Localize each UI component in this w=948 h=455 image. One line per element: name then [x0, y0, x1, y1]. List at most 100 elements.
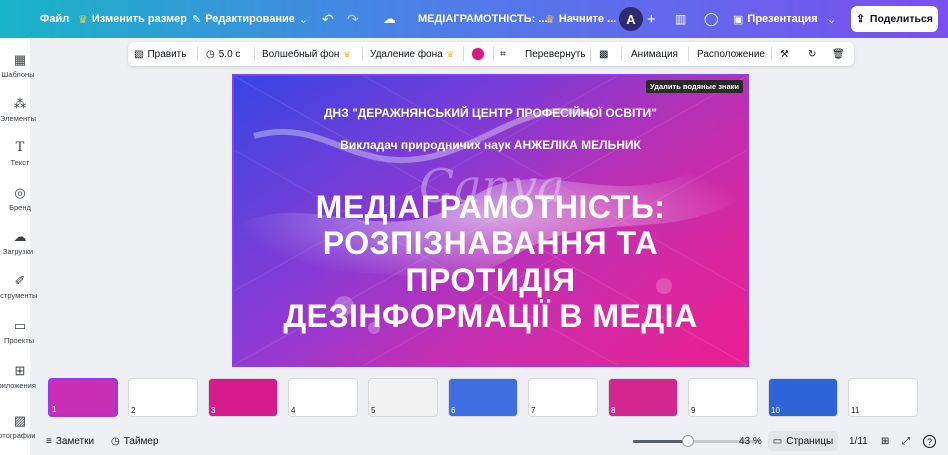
add-collaborator-button[interactable]: + [647, 0, 656, 38]
remove-background-button[interactable]: Удаление фона ♛ [370, 42, 454, 66]
divider [254, 47, 255, 61]
page-number: 10 [771, 406, 780, 415]
redo-button[interactable]: ↷ [347, 0, 359, 38]
cloud-icon: ☁ [383, 11, 396, 26]
cloud-save-button[interactable]: ☁ [383, 0, 396, 38]
fullscreen-button[interactable]: ⤢ [902, 428, 910, 455]
share-label: Поделиться [869, 13, 933, 25]
grid-icon: ⊞ [881, 436, 890, 447]
timer-button[interactable]: ◷ Таймер [111, 428, 159, 455]
document-title[interactable]: МЕДІАГРАМОТНІСТЬ: ... [418, 0, 548, 38]
sidebar-item-tools[interactable]: ✐ Инструменты [0, 273, 40, 300]
page-thumbnail[interactable]: 2 [128, 378, 198, 417]
flip-label: Перевернуть [525, 48, 586, 60]
page-thumbnail[interactable]: 3 [208, 378, 278, 417]
divider [590, 47, 591, 61]
context-toolbar: ▧ Править ◷ 5.0 с Волшебный фон ♛ Удален… [128, 42, 854, 66]
zoom-level[interactable]: 43 % [739, 428, 762, 455]
slide-title-line: ДЕЗІНФОРМАЦІЇ В МЕДІА [283, 298, 698, 335]
page-number: 11 [851, 406, 860, 415]
duration-button[interactable]: ◷ 5.0 с [206, 42, 240, 66]
pages-button[interactable]: ▭ Страницы [768, 431, 838, 451]
present-label: Презентация [747, 13, 818, 25]
crown-icon: ♛ [343, 49, 351, 59]
page-thumbnail[interactable]: 9 [688, 378, 758, 417]
insights-button[interactable]: ▥ [675, 0, 686, 38]
sidebar-item-text[interactable]: T Текст [0, 140, 40, 167]
avatar[interactable]: A [619, 7, 643, 31]
page-thumbnail[interactable]: 5 [368, 378, 438, 417]
page-thumbnail[interactable]: 1 [48, 378, 118, 417]
remove-watermark-button[interactable]: Удалить водяные знаки [646, 80, 743, 93]
regenerate-button[interactable]: ↻ [808, 42, 816, 66]
sidebar-item-label: Текст [10, 158, 30, 167]
present-button[interactable]: ▣ Презентация [733, 0, 818, 38]
crown-icon: ♛ [545, 13, 555, 26]
crown-icon: ♛ [78, 13, 88, 26]
page-thumbnail[interactable]: 10 [768, 378, 838, 417]
notes-button[interactable]: ≡ Заметки [46, 428, 94, 455]
refresh-icon: ↻ [808, 48, 817, 60]
institution-text[interactable]: ДНЗ "ДЕРАЖНЯНСЬКИЙ ЦЕНТР ПРОФЕСІЙНОЇ ОСВ… [234, 106, 747, 120]
sidebar-item-label: Шаблоны [1, 70, 35, 79]
present-options-button[interactable]: ⌄ [827, 0, 836, 38]
position-button[interactable]: Расположение [697, 42, 765, 66]
share-button[interactable]: ⇪ Поделиться [851, 6, 938, 32]
notes-icon: ≡ [46, 436, 52, 447]
present-icon: ▣ [733, 13, 744, 26]
magic-background-button[interactable]: Волшебный фон ♛ [262, 42, 351, 66]
slide-title-line: МЕДІАГРАМОТНІСТЬ: [315, 189, 666, 225]
sidebar-item-label: Инструменты [0, 291, 38, 300]
edit-image-button[interactable]: ▧ Править [134, 42, 186, 66]
file-menu[interactable]: Файл [40, 0, 69, 38]
sidebar-item-elements[interactable]: ⁂ Элементы [0, 96, 40, 123]
teacher-text[interactable]: Викладач природничих наук АНЖЕЛІКА МЕЛЬН… [234, 138, 747, 152]
undo-button[interactable]: ↶ [322, 0, 334, 38]
resize-button[interactable]: ♛ Изменить размер [78, 0, 187, 38]
help-icon: ? [923, 435, 936, 448]
chevron-down-icon: ⌄ [827, 13, 837, 26]
paint-roller-icon: ⚒ [780, 48, 789, 60]
page-counter[interactable]: 1/11 [849, 428, 868, 455]
animation-button[interactable]: Анимация [631, 42, 678, 66]
comments-button[interactable]: ◯ [704, 0, 719, 38]
animation-label: Анимация [631, 48, 678, 60]
transparency-button[interactable]: ▩ [599, 42, 608, 66]
divider [493, 47, 494, 61]
slide-canvas[interactable]: Canva Удалить водяные знаки ДНЗ "ДЕРАЖНЯ… [232, 74, 749, 367]
crop-button[interactable]: ⌗ [500, 42, 506, 66]
trash-icon: 🗑 [832, 48, 845, 60]
editing-mode-button[interactable]: ✎ Редактирование ⌄ [192, 0, 308, 38]
undo-icon: ↶ [322, 10, 334, 27]
plus-icon: + [647, 10, 656, 28]
page-thumbnail[interactable]: 11 [848, 378, 918, 417]
folder-icon: ▭ [13, 318, 27, 333]
document-title-text: МЕДІАГРАМОТНІСТЬ: ... [418, 13, 548, 25]
help-button[interactable]: ? [923, 428, 936, 455]
page-number: 2 [131, 406, 136, 415]
sidebar-item-templates[interactable]: ▦ Шаблоны [0, 52, 40, 79]
page-thumbnail[interactable]: 4 [288, 378, 358, 417]
sidebar-item-uploads[interactable]: ☁ Загрузки [0, 229, 40, 256]
timer-icon: ◷ [111, 436, 120, 447]
page-counter-text: 1/11 [849, 436, 868, 447]
editing-label: Редактирование [205, 13, 295, 25]
copy-style-button[interactable]: ⚒ [780, 42, 789, 66]
color-picker-button[interactable] [471, 42, 485, 66]
divider [688, 47, 689, 61]
page-number: 1 [52, 405, 57, 414]
flip-button[interactable]: Перевернуть [525, 42, 586, 66]
slide-title[interactable]: МЕДІАГРАМОТНІСТЬ: РОЗПІЗНАВАННЯ ТА ПРОТИ… [254, 189, 727, 335]
sidebar-item-brand[interactable]: ◎ Бренд [0, 185, 40, 212]
resize-label: Изменить размер [91, 13, 187, 25]
page-thumbnail[interactable]: 8 [608, 378, 678, 417]
image-icon: ▧ [134, 48, 144, 60]
page-thumbnail[interactable]: 6 [448, 378, 518, 417]
sidebar-item-projects[interactable]: ▭ Проекты [0, 318, 40, 345]
page-thumbnail[interactable]: 7 [528, 378, 598, 417]
grid-view-button[interactable]: ⊞ [881, 428, 889, 455]
divider [362, 47, 363, 61]
delete-button[interactable]: 🗑 [832, 42, 845, 66]
zoom-slider-handle[interactable] [681, 435, 694, 447]
trial-button[interactable]: ♛ Начните ... [545, 0, 616, 38]
